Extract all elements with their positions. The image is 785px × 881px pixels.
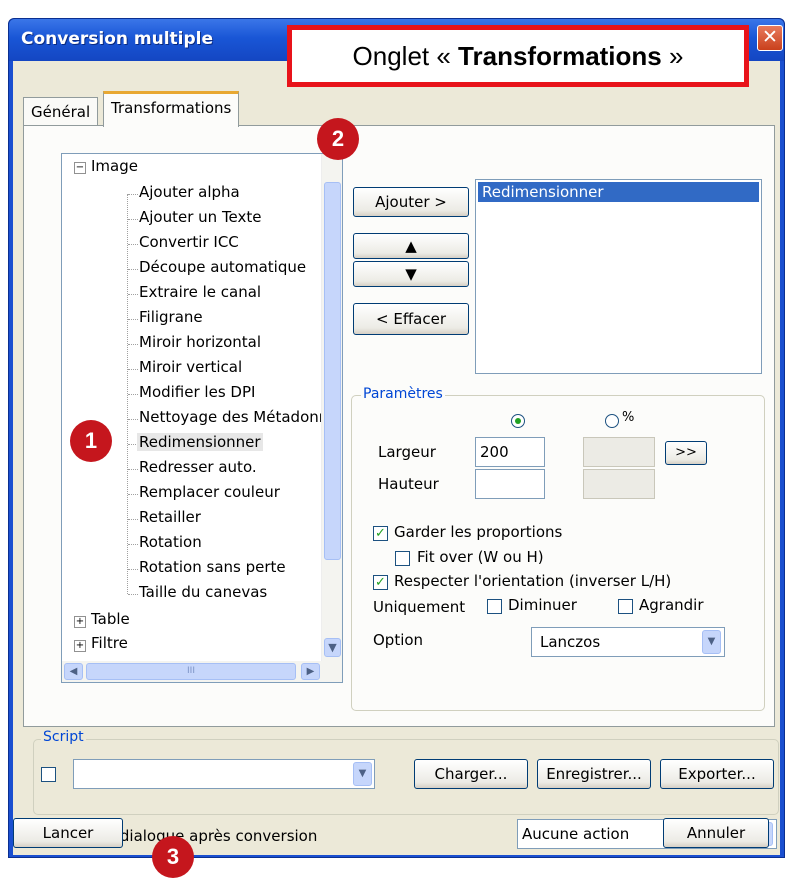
fit-over-checkbox[interactable] <box>395 551 410 566</box>
run-button[interactable]: Lancer <box>13 818 123 848</box>
remove-button[interactable]: < Effacer <box>353 303 469 335</box>
option-select-value: Lanczos <box>540 633 601 651</box>
tree-item-convertir-icc[interactable]: Convertir ICC <box>139 233 239 251</box>
banner-prefix: Onglet « <box>352 41 459 71</box>
dialog-client-area: Général Transformations − Image Ajouter … <box>13 61 780 855</box>
respect-orientation-checkbox[interactable]: ✓ <box>373 575 388 590</box>
uniquement-label: Uniquement <box>373 598 466 616</box>
tree-item-filtre[interactable]: Filtre <box>91 634 128 652</box>
height-input[interactable] <box>475 469 545 499</box>
tree-item-ajouter-alpha[interactable]: Ajouter alpha <box>139 183 240 201</box>
tree-item-modifier-dpi[interactable]: Modifier les DPI <box>139 383 255 401</box>
add-button[interactable]: Ajouter > <box>353 187 469 217</box>
tree-item-miroir-horizontal[interactable]: Miroir horizontal <box>139 333 261 351</box>
unit-percent-radio[interactable] <box>605 414 619 428</box>
expand-params-button[interactable]: >> <box>665 441 707 465</box>
width-input[interactable]: 200 <box>475 437 545 467</box>
tree-item-decoupe-auto[interactable]: Découpe automatique <box>139 258 306 276</box>
scroll-left-icon[interactable]: ◀ <box>64 663 83 680</box>
tab-general[interactable]: Général <box>23 97 99 125</box>
script-legend: Script <box>41 729 86 745</box>
window-title: Conversion multiple <box>21 29 214 49</box>
load-script-button[interactable]: Charger... <box>414 759 528 789</box>
scroll-down-icon[interactable]: ▼ <box>324 638 341 657</box>
unit-percent-label: % <box>622 410 635 425</box>
close-icon[interactable]: ✕ <box>757 25 783 51</box>
save-script-button[interactable]: Enregistrer... <box>537 759 651 789</box>
tree-item-extraire-canal[interactable]: Extraire le canal <box>139 283 261 301</box>
scroll-right-icon[interactable]: ▶ <box>301 663 320 680</box>
agrandir-checkbox[interactable] <box>618 599 633 614</box>
move-down-button[interactable]: ▼ <box>353 261 469 287</box>
fit-over-label: Fit over (W ou H) <box>417 548 544 566</box>
width-label: Largeur <box>378 443 436 461</box>
agrandir-label: Agrandir <box>639 596 704 614</box>
tree-item-retailler[interactable]: Retailler <box>139 508 201 526</box>
tree-item-redimensionner[interactable]: Redimensionner <box>137 433 263 451</box>
tree-item-nettoyage-metadonnees[interactable]: Nettoyage des Métadonnées <box>139 408 342 426</box>
diminuer-label: Diminuer <box>508 596 577 614</box>
keep-proportions-checkbox[interactable]: ✓ <box>373 526 388 541</box>
scrollbar-thumb[interactable] <box>324 182 341 560</box>
height-label: Hauteur <box>378 475 439 493</box>
banner-bold: Transformations <box>458 41 662 71</box>
chevron-down-icon[interactable]: ▼ <box>353 762 372 786</box>
diminuer-checkbox[interactable] <box>487 599 502 614</box>
list-item[interactable]: Redimensionner <box>478 182 759 202</box>
width-percent-input[interactable] <box>583 437 655 467</box>
expand-icon[interactable]: + <box>74 640 86 652</box>
scrollbar-thumb[interactable]: III <box>86 663 296 680</box>
export-script-button[interactable]: Exporter... <box>660 759 774 789</box>
keep-proportions-label: Garder les proportions <box>394 523 563 541</box>
chevron-down-icon[interactable]: ▼ <box>702 630 721 654</box>
tree-horizontal-scrollbar[interactable]: ◀ III ▶ <box>62 661 342 682</box>
option-select[interactable]: Lanczos ▼ <box>531 627 725 657</box>
unit-pixels-radio[interactable] <box>511 414 525 428</box>
annotation-banner: Onglet « Transformations » <box>287 25 749 87</box>
tree-item-filigrane[interactable]: Filigrane <box>139 308 203 326</box>
collapse-icon[interactable]: − <box>74 162 86 174</box>
cancel-button[interactable]: Annuler <box>663 818 769 848</box>
tree-item-miroir-vertical[interactable]: Miroir vertical <box>139 358 242 376</box>
tree-item-table[interactable]: Table <box>91 610 130 628</box>
tree-item-rotation-sans-perte[interactable]: Rotation sans perte <box>139 558 286 576</box>
radio-selected-dot <box>515 418 521 424</box>
selected-transformations-list[interactable]: Redimensionner <box>475 179 762 374</box>
tree-item-image[interactable]: Image <box>91 157 138 175</box>
tree-vertical-scrollbar[interactable]: ▼ <box>321 154 342 661</box>
tree-item-remplacer-couleur[interactable]: Remplacer couleur <box>139 483 280 501</box>
script-enable-checkbox[interactable] <box>41 767 56 782</box>
tree-item-rotation[interactable]: Rotation <box>139 533 202 551</box>
script-select[interactable]: ▼ <box>73 759 375 789</box>
expand-icon[interactable]: + <box>74 616 86 628</box>
tree-item-redresser-auto[interactable]: Redresser auto. <box>139 458 257 476</box>
annotation-badge-2: 2 <box>317 118 359 160</box>
conversion-dialog: Conversion multiple ✕ Général Transforma… <box>8 18 785 858</box>
parameters-legend: Paramètres <box>361 386 445 402</box>
tree-item-ajouter-texte[interactable]: Ajouter un Texte <box>139 208 262 226</box>
transformations-tree[interactable]: − Image Ajouter alpha Ajouter un Texte C… <box>61 153 343 683</box>
tab-transformations[interactable]: Transformations <box>103 91 240 127</box>
height-percent-input[interactable] <box>583 469 655 499</box>
option-label: Option <box>373 631 424 649</box>
annotation-badge-3: 3 <box>152 836 194 878</box>
annotation-badge-1: 1 <box>70 420 112 462</box>
respect-orientation-label: Respecter l'orientation (inverser L/H) <box>394 572 672 590</box>
tree-item-taille-canevas[interactable]: Taille du canevas <box>139 583 267 601</box>
after-action-value: Aucune action <box>522 825 630 843</box>
banner-suffix: » <box>661 41 684 71</box>
move-up-button[interactable]: ▲ <box>353 233 469 259</box>
